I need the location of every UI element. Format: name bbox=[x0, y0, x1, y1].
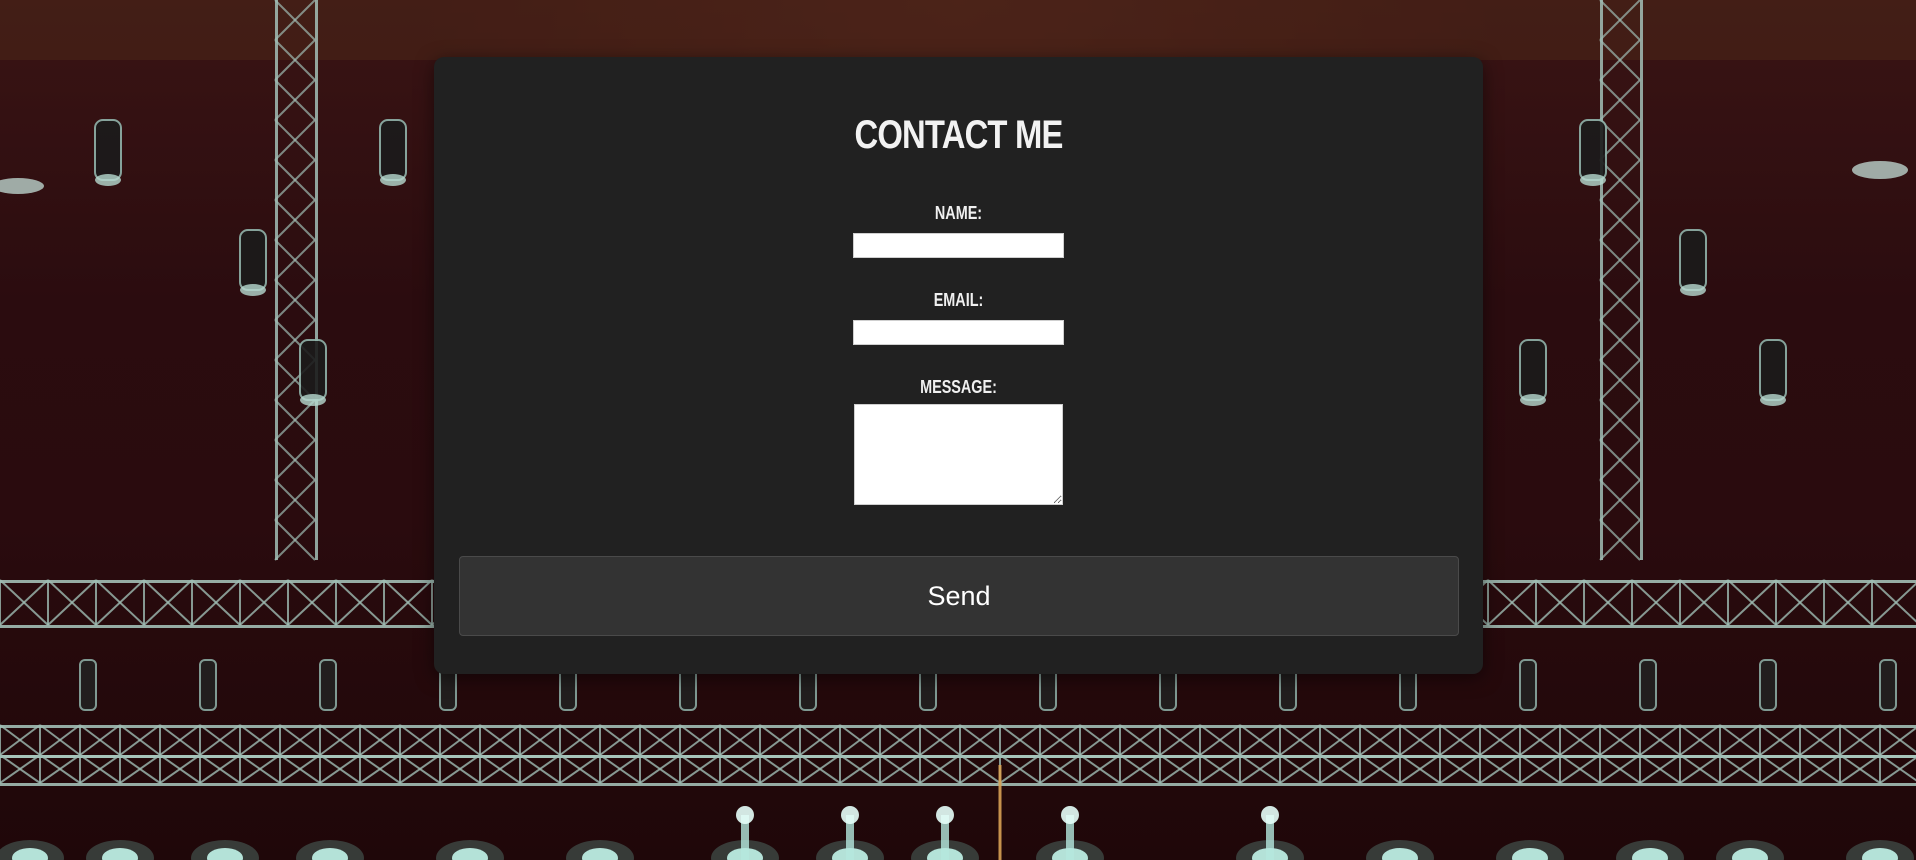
contact-form-card: CONTACT ME NAME: EMAIL: MESSAGE: Send bbox=[434, 57, 1483, 674]
message-field[interactable] bbox=[854, 404, 1063, 505]
page-title: CONTACT ME bbox=[854, 113, 1063, 157]
name-field[interactable] bbox=[853, 233, 1064, 258]
send-button[interactable]: Send bbox=[459, 556, 1459, 636]
name-label: NAME: bbox=[934, 203, 983, 223]
message-label: MESSAGE: bbox=[920, 377, 997, 397]
email-field[interactable] bbox=[853, 320, 1064, 345]
email-label: EMAIL: bbox=[933, 290, 984, 310]
